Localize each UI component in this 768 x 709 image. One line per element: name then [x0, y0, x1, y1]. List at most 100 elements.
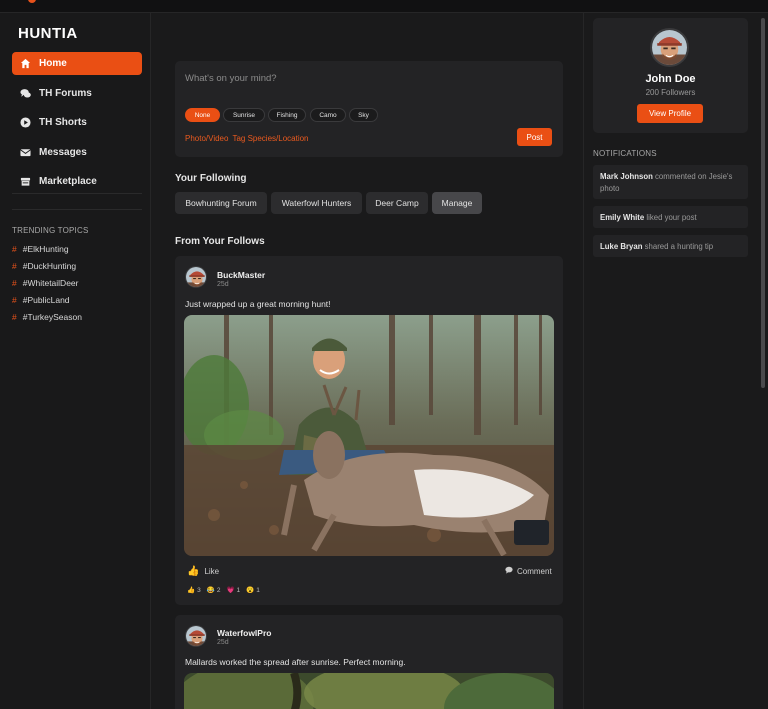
following-item-bowhunting-forum[interactable]: Bowhunting Forum — [175, 192, 267, 214]
envelope-icon — [20, 147, 31, 158]
filter-chip-fishing[interactable]: Fishing — [268, 108, 306, 122]
following-item-deer-camp[interactable]: Deer Camp — [366, 192, 428, 214]
nav-divider — [12, 193, 142, 194]
filter-chip-sky[interactable]: Sky — [349, 108, 378, 122]
nav-item-th-shorts[interactable]: TH Shorts — [12, 111, 142, 134]
reaction-count: 💗 1 — [226, 586, 241, 595]
hash-icon: # — [12, 278, 17, 288]
reaction-count: 😮 1 — [246, 586, 260, 595]
laugh-icon: 😂 — [206, 587, 215, 594]
reaction-summary[interactable]: 👍 3 😂 2 💗 1 😮 1 — [187, 586, 260, 595]
profile-card: John Doe 200 Followers View Profile — [593, 18, 748, 133]
storefront-icon — [20, 176, 31, 187]
view-profile-button[interactable]: View Profile — [637, 104, 703, 123]
hash-icon: # — [12, 312, 17, 322]
page-scrollbar[interactable] — [761, 18, 765, 388]
manage-following-button[interactable]: Manage — [432, 192, 482, 214]
nav-label: Marketplace — [39, 176, 97, 187]
reaction-count-value: 3 — [197, 586, 201, 594]
play-circle-icon — [20, 117, 31, 128]
reaction-count-value: 1 — [256, 586, 260, 594]
post-photo[interactable] — [184, 315, 554, 556]
profile-avatar[interactable] — [650, 28, 689, 67]
trending-topic[interactable]: # #ElkHunting — [12, 244, 69, 254]
post-text: Just wrapped up a great morning hunt! — [185, 299, 331, 309]
profile-followers: 200 Followers — [645, 88, 696, 97]
notifications-title: NOTIFICATIONS — [593, 149, 657, 158]
hash-icon: # — [12, 295, 17, 305]
notification-item[interactable]: Luke Bryan shared a hunting tip — [593, 235, 748, 257]
trending-topic-label: #PublicLand — [22, 295, 70, 305]
feed-post: BuckMaster 25d Just wrapped up a great m… — [175, 256, 563, 605]
post-text: Mallards worked the spread after sunrise… — [185, 657, 406, 667]
brand-logo[interactable]: HUNTIA — [18, 25, 78, 42]
following-item-waterfowl-hunters[interactable]: Waterfowl Hunters — [271, 192, 362, 214]
notification-text: liked your post — [644, 213, 697, 222]
profile-name: John Doe — [645, 73, 696, 85]
notification-item[interactable]: Mark Johnson commented on Jesie's photo — [593, 165, 748, 199]
nav-item-messages[interactable]: Messages — [12, 141, 142, 164]
trending-topic-label: #TurkeySeason — [22, 312, 82, 322]
trending-topic-label: #ElkHunting — [22, 244, 69, 254]
wow-icon: 😮 — [246, 587, 255, 594]
chat-bubbles-icon — [20, 88, 31, 99]
filter-chip-none[interactable]: None — [185, 108, 220, 122]
trending-title: TRENDING TOPICS — [12, 226, 89, 235]
notification-item[interactable]: Emily White liked your post — [593, 206, 748, 228]
heart-icon: 💗 — [226, 587, 235, 594]
nav-item-home[interactable]: Home — [12, 52, 142, 75]
trending-topic-label: #WhitetailDeer — [22, 278, 79, 288]
nav-label: TH Shorts — [39, 117, 87, 128]
trending-topic[interactable]: # #PublicLand — [12, 295, 70, 305]
reaction-count: 😂 2 — [206, 586, 221, 595]
reaction-count: 👍 3 — [187, 586, 201, 595]
nav-item-th-forums[interactable]: TH Forums — [12, 82, 142, 105]
nav-divider — [12, 209, 142, 210]
trending-topic[interactable]: # #WhitetailDeer — [12, 278, 78, 288]
photo-video-link[interactable]: Photo/Video — [185, 134, 228, 143]
home-icon — [20, 58, 31, 69]
notification-user: Mark Johnson — [600, 172, 653, 181]
reaction-count-value: 1 — [236, 586, 241, 594]
composer-links: Photo/Video Tag Species/Location — [185, 134, 313, 143]
trending-topic[interactable]: # #TurkeySeason — [12, 312, 82, 322]
reaction-count-value: 2 — [216, 586, 221, 594]
post-time: 25d — [217, 639, 229, 646]
notification-user: Emily White — [600, 213, 645, 222]
app-logo-mark — [28, 0, 36, 3]
notification-user: Luke Bryan — [600, 242, 643, 251]
nav-label: Home — [39, 58, 67, 69]
composer-input[interactable]: What's on your mind? — [185, 73, 277, 84]
post-author[interactable]: WaterfowlPro — [217, 628, 271, 638]
post-author[interactable]: BuckMaster — [217, 270, 265, 280]
thumbs-up-icon: 👍 — [187, 566, 200, 577]
avatar[interactable] — [185, 625, 207, 647]
post-photo[interactable] — [184, 673, 554, 709]
nav-label: TH Forums — [39, 88, 92, 99]
comment-label: Comment — [517, 566, 552, 576]
thumbs-up-icon: 👍 — [187, 587, 196, 594]
hash-icon: # — [12, 244, 17, 254]
sidebar: HUNTIA Home TH Forums TH Shorts Messages… — [0, 13, 151, 709]
filter-chip-camo[interactable]: Camo — [310, 108, 346, 122]
window-top-bar — [0, 0, 768, 13]
nav-item-marketplace[interactable]: Marketplace — [12, 170, 142, 193]
post-composer: What's on your mind? None Sunrise Fishin… — [175, 61, 563, 157]
column-divider — [583, 13, 584, 709]
comment-icon — [505, 566, 513, 576]
post-time: 25d — [217, 281, 229, 288]
comment-button[interactable]: Comment — [505, 566, 552, 576]
feed-title: From Your Follows — [175, 236, 265, 247]
filter-chip-sunrise[interactable]: Sunrise — [223, 108, 265, 122]
trending-topic[interactable]: # #DuckHunting — [12, 261, 76, 271]
avatar[interactable] — [185, 266, 207, 288]
trending-topic-label: #DuckHunting — [22, 261, 77, 271]
nav-label: Messages — [39, 147, 87, 158]
following-title: Your Following — [175, 173, 247, 184]
like-label: Like — [204, 567, 220, 576]
tag-species-location-link[interactable]: Tag Species/Location — [232, 134, 308, 143]
like-button[interactable]: 👍 Like — [187, 566, 219, 577]
post-button[interactable]: Post — [517, 128, 552, 146]
notification-text: shared a hunting tip — [642, 242, 714, 251]
feed-post: WaterfowlPro 25d Mallards worked the spr… — [175, 615, 563, 709]
